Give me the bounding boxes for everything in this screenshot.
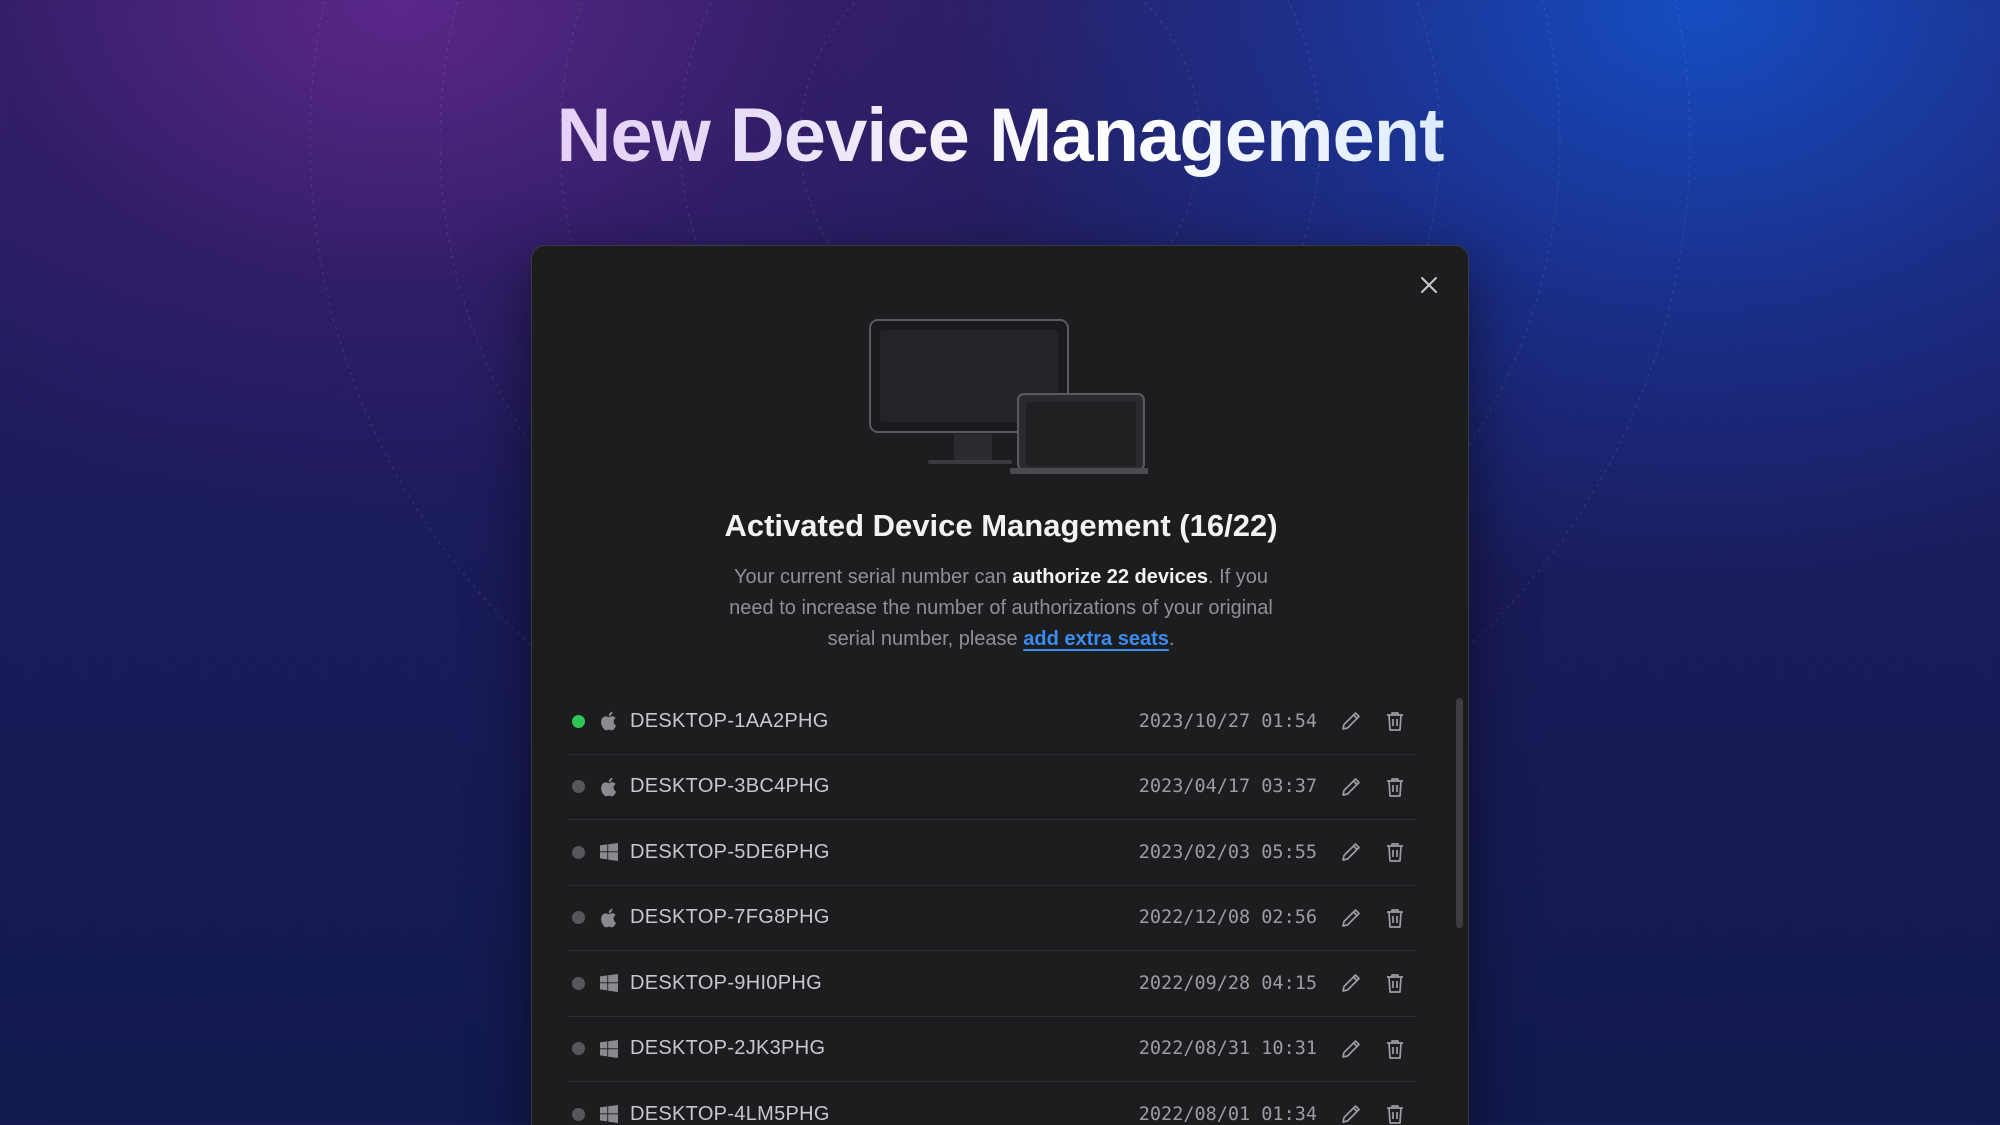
device-last-active: 2022/08/31 10:31 bbox=[1138, 1038, 1317, 1060]
delete-device-button[interactable] bbox=[1382, 839, 1408, 865]
delete-device-button[interactable] bbox=[1382, 905, 1408, 931]
device-last-active: 2022/09/28 04:15 bbox=[1138, 972, 1317, 994]
edit-device-button[interactable] bbox=[1338, 839, 1364, 865]
device-row[interactable]: DESKTOP-3BC4PHG 2023/04/17 03:37 bbox=[568, 755, 1416, 820]
os-icon-wrap bbox=[599, 842, 619, 862]
device-name: DESKTOP-7FG8PHG bbox=[630, 906, 830, 929]
trash-icon bbox=[1387, 1105, 1403, 1125]
device-name: DESKTOP-2JK3PHG bbox=[630, 1037, 826, 1060]
status-indicator bbox=[572, 714, 585, 728]
device-last-active: 2022/08/01 01:34 bbox=[1138, 1103, 1317, 1125]
edit-device-button[interactable] bbox=[1338, 1036, 1364, 1062]
os-icon-wrap bbox=[599, 777, 619, 797]
devices-illustration bbox=[869, 319, 1148, 474]
device-last-active: 2023/10/27 01:54 bbox=[1138, 710, 1317, 732]
apple-icon bbox=[601, 712, 617, 731]
delete-device-button[interactable] bbox=[1382, 1036, 1408, 1062]
trash-icon bbox=[1387, 712, 1403, 732]
status-indicator bbox=[572, 845, 585, 859]
list-scrollbar[interactable] bbox=[1456, 698, 1463, 928]
os-icon-wrap bbox=[599, 1039, 619, 1059]
description-end: . bbox=[1168, 628, 1175, 650]
edit-device-button[interactable] bbox=[1338, 905, 1364, 931]
edit-icon bbox=[1342, 712, 1360, 731]
edit-icon bbox=[1342, 974, 1360, 993]
trash-icon bbox=[1387, 777, 1403, 797]
edit-device-button[interactable] bbox=[1338, 708, 1364, 734]
os-icon-wrap bbox=[599, 711, 619, 731]
edit-device-button[interactable] bbox=[1338, 970, 1364, 996]
status-indicator bbox=[572, 976, 585, 990]
device-row[interactable]: DESKTOP-5DE6PHG 2023/02/03 05:55 bbox=[568, 820, 1416, 886]
windows-icon bbox=[600, 1039, 618, 1058]
device-row[interactable]: DESKTOP-1AA2PHG 2023/10/27 01:54 bbox=[568, 689, 1416, 755]
device-row[interactable]: DESKTOP-9HI0PHG 2022/09/28 04:15 bbox=[568, 951, 1416, 1017]
device-name: DESKTOP-9HI0PHG bbox=[630, 971, 822, 994]
close-button[interactable] bbox=[1414, 270, 1444, 300]
trash-icon bbox=[1387, 908, 1403, 928]
os-icon-wrap bbox=[599, 973, 619, 993]
edit-icon bbox=[1342, 843, 1360, 862]
dialog-title: Activated Device Management (16/22) bbox=[724, 508, 1278, 543]
status-indicator bbox=[572, 1042, 585, 1056]
status-indicator bbox=[572, 1107, 585, 1121]
delete-device-button[interactable] bbox=[1382, 1101, 1408, 1125]
hero-title: New Device Management bbox=[0, 92, 2000, 179]
dialog-description: Your current serial number can authorize… bbox=[712, 562, 1290, 655]
delete-device-button[interactable] bbox=[1382, 970, 1408, 996]
device-row[interactable]: DESKTOP-4LM5PHG 2022/08/01 01:34 bbox=[568, 1082, 1416, 1125]
delete-device-button[interactable] bbox=[1382, 774, 1408, 800]
edit-icon bbox=[1342, 908, 1360, 927]
device-name: DESKTOP-4LM5PHG bbox=[630, 1102, 830, 1125]
device-name: DESKTOP-1AA2PHG bbox=[630, 709, 829, 732]
device-management-dialog: Activated Device Management (16/22) Your… bbox=[531, 245, 1469, 1125]
windows-icon bbox=[600, 974, 618, 993]
edit-device-button[interactable] bbox=[1338, 1101, 1364, 1125]
os-icon-wrap bbox=[599, 1104, 619, 1124]
description-highlight: authorize 22 devices bbox=[1012, 566, 1208, 588]
add-extra-seats-link[interactable]: add extra seats bbox=[1023, 628, 1169, 650]
edit-icon bbox=[1342, 1039, 1360, 1058]
edit-icon bbox=[1342, 777, 1360, 796]
status-indicator bbox=[572, 780, 585, 794]
trash-icon bbox=[1387, 843, 1403, 863]
device-name: DESKTOP-5DE6PHG bbox=[630, 840, 830, 863]
windows-icon bbox=[600, 843, 618, 862]
device-row[interactable]: DESKTOP-7FG8PHG 2022/12/08 02:56 bbox=[568, 886, 1416, 951]
device-last-active: 2022/12/08 02:56 bbox=[1138, 907, 1317, 929]
description-text: Your current serial number can bbox=[734, 566, 1013, 588]
trash-icon bbox=[1387, 974, 1403, 994]
trash-icon bbox=[1387, 1039, 1403, 1059]
device-name: DESKTOP-3BC4PHG bbox=[630, 775, 830, 798]
edit-device-button[interactable] bbox=[1338, 774, 1364, 800]
close-icon bbox=[1421, 277, 1437, 293]
device-last-active: 2023/04/17 03:37 bbox=[1138, 776, 1317, 798]
status-indicator bbox=[572, 911, 585, 925]
device-last-active: 2023/02/03 05:55 bbox=[1138, 841, 1317, 863]
device-list: DESKTOP-1AA2PHG 2023/10/27 01:54 DESKTOP-3… bbox=[568, 689, 1416, 1125]
delete-device-button[interactable] bbox=[1382, 708, 1408, 734]
windows-icon bbox=[600, 1105, 618, 1124]
edit-icon bbox=[1342, 1105, 1360, 1124]
os-icon-wrap bbox=[599, 908, 619, 928]
apple-icon bbox=[601, 777, 617, 797]
apple-icon bbox=[601, 908, 617, 928]
device-row[interactable]: DESKTOP-2JK3PHG 2022/08/31 10:31 bbox=[568, 1017, 1416, 1082]
